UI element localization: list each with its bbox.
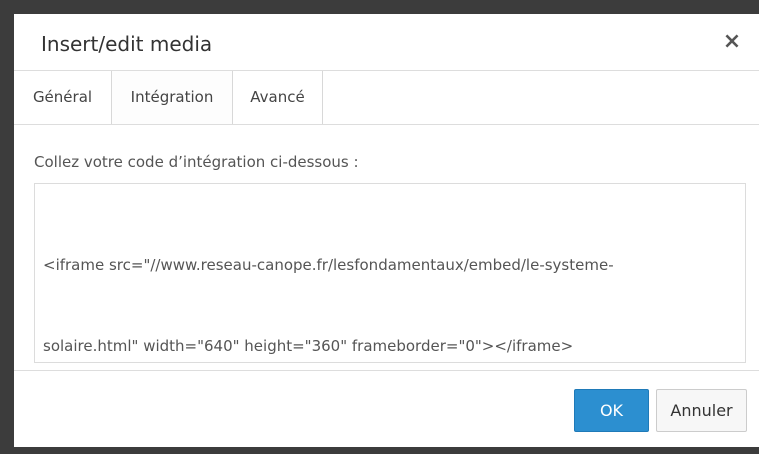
close-icon[interactable]: × [721,31,743,53]
integration-panel: Collez votre code d’intégration ci-desso… [14,125,759,393]
tab-bar: Général Intégration Avancé [14,71,759,125]
ok-button[interactable]: OK [574,389,649,432]
dialog-title: Insert/edit media [41,32,213,56]
dialog-footer: OK Annuler [14,370,759,447]
embed-code-textarea[interactable]: <iframe src="//www.reseau-canope.fr/lesf… [34,183,746,363]
tab-general[interactable]: Général [14,71,112,124]
embed-code-line: solaire.html" width="640" height="360" f… [43,337,574,355]
cancel-button[interactable]: Annuler [656,389,747,432]
embed-code-instruction: Collez votre code d’intégration ci-desso… [34,153,359,171]
tab-avance[interactable]: Avancé [233,71,323,124]
embed-code-line: <iframe src="//www.reseau-canope.fr/lesf… [43,256,614,274]
tab-integration[interactable]: Intégration [112,71,233,124]
dialog-header: Insert/edit media × [14,14,759,71]
insert-edit-media-dialog: Insert/edit media × Général Intégration … [14,14,759,447]
